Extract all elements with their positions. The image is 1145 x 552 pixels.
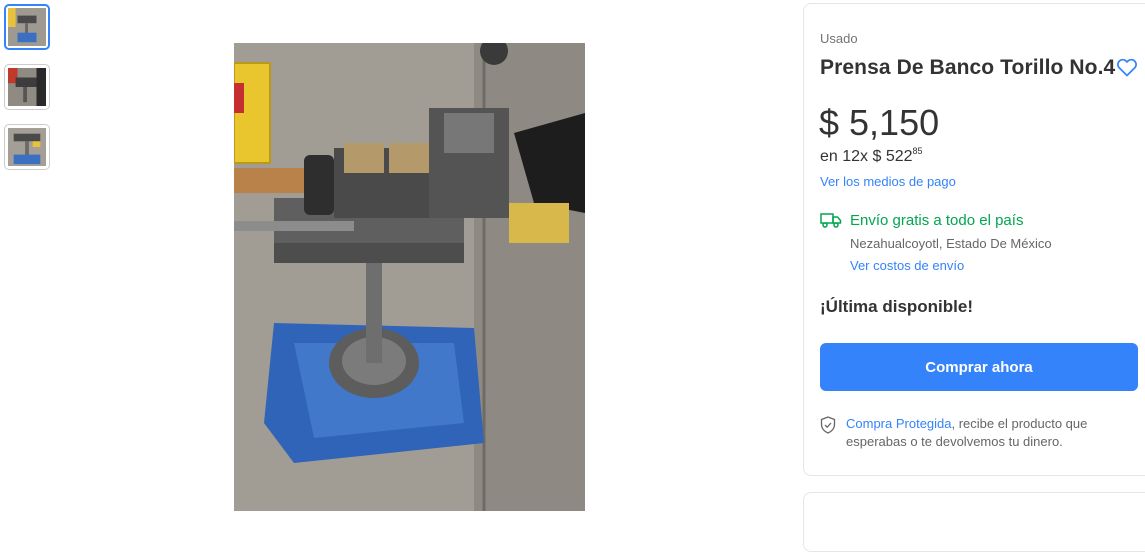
- bench-vise-photo: [234, 43, 585, 511]
- thumbnail-image: [8, 128, 46, 166]
- installments: en 12x $ 52285: [820, 146, 923, 166]
- thumbnail-2[interactable]: [4, 64, 50, 110]
- thumbnail-image: [8, 8, 46, 46]
- protected-purchase-link[interactable]: Compra Protegida: [846, 416, 952, 431]
- thumbnail-1[interactable]: [4, 4, 50, 50]
- thumbnail-3[interactable]: [4, 124, 50, 170]
- secondary-panel: [803, 492, 1145, 552]
- thumbnail-image: [8, 68, 46, 106]
- payment-methods-link[interactable]: Ver los medios de pago: [820, 174, 956, 189]
- protected-purchase-notice: Compra Protegida, recibe el producto que…: [846, 415, 1136, 451]
- product-title: Prensa De Banco Torillo No.4: [820, 56, 1116, 79]
- purchase-panel: Usado Prensa De Banco Torillo No.4 $ 5,1…: [803, 3, 1145, 476]
- heart-icon[interactable]: [1115, 55, 1139, 79]
- thumbnail-gallery: [4, 4, 50, 184]
- installments-cents: 85: [912, 146, 923, 156]
- buy-now-button[interactable]: Comprar ahora: [820, 343, 1138, 391]
- installments-amount: en 12x $ 522: [820, 148, 913, 165]
- shield-check-icon: [820, 416, 836, 434]
- free-shipping-text: Envío gratis a todo el país: [850, 212, 1024, 229]
- main-product-photo[interactable]: [234, 43, 585, 511]
- product-price: $ 5,150: [819, 102, 940, 143]
- seller-location: Nezahualcoyotl, Estado De México: [850, 236, 1052, 251]
- stock-status: ¡Última disponible!: [820, 297, 973, 316]
- truck-icon: [820, 213, 842, 228]
- shipping-costs-link[interactable]: Ver costos de envío: [850, 258, 964, 273]
- item-condition: Usado: [820, 31, 858, 46]
